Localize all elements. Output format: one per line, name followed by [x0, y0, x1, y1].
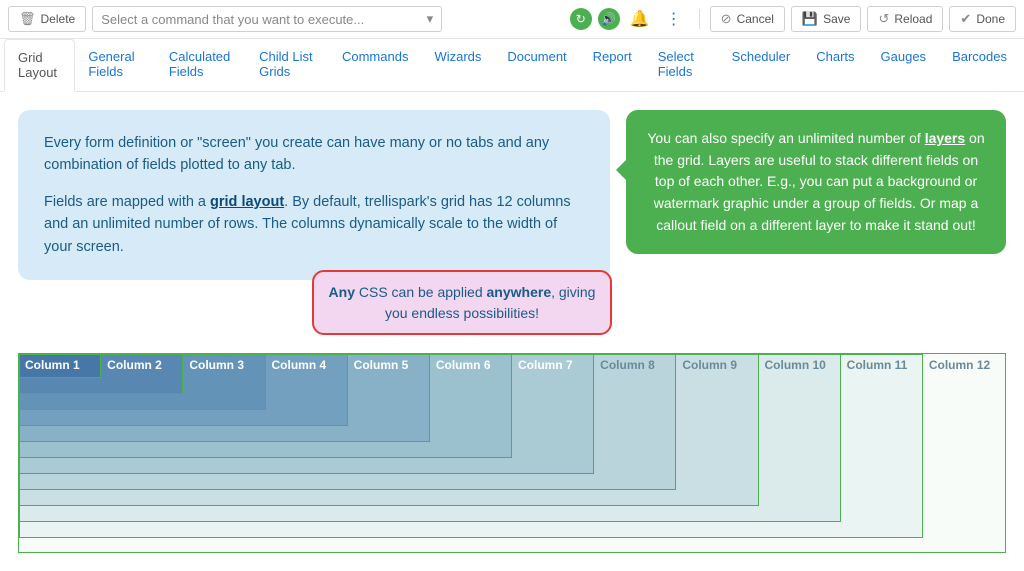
info-para1: Every form definition or "screen" you cr… [44, 132, 584, 177]
col-header-8: Column 8 [594, 354, 676, 376]
col-header-10: Column 10 [758, 354, 840, 376]
reload-label: Reload [894, 12, 932, 26]
col-header-5: Column 5 [348, 354, 430, 376]
col-header-7: Column 7 [512, 354, 594, 376]
toolbar-divider [699, 9, 700, 29]
content-area: Every form definition or "screen" you cr… [0, 92, 1024, 571]
col-header-1: Column 1 [19, 354, 101, 376]
info-para2a: Fields are mapped with a [44, 194, 210, 210]
tab-calculated-fields[interactable]: Calculated Fields [156, 39, 246, 91]
col-header-3: Column 3 [183, 354, 265, 376]
tab-gauges[interactable]: Gauges [868, 39, 940, 91]
tab-commands[interactable]: Commands [329, 39, 421, 91]
delete-label: Delete [41, 12, 76, 26]
col-header-4: Column 4 [265, 354, 347, 376]
more-menu-icon[interactable]: ⋮ [660, 9, 689, 29]
tab-wizards[interactable]: Wizards [421, 39, 494, 91]
tab-scheduler[interactable]: Scheduler [719, 39, 804, 91]
done-label: Done [976, 12, 1005, 26]
ban-icon: ⊘ [721, 11, 732, 27]
bell-icon[interactable]: 🔔 [626, 9, 654, 29]
cancel-label: Cancel [737, 12, 774, 26]
tab-report[interactable]: Report [580, 39, 645, 91]
trash-icon: 🗑 [19, 11, 36, 27]
toolbar: 🗑 Delete Select a command that you want … [0, 0, 1024, 39]
col-header-2: Column 2 [101, 354, 183, 376]
tab-select-fields[interactable]: Select Fields [645, 39, 719, 91]
tab-barcodes[interactable]: Barcodes [939, 39, 1020, 91]
column-headers: Column 1 Column 2 Column 3 Column 4 Colu… [19, 354, 1005, 376]
layers-tip: You can also specify an unlimited number… [626, 110, 1006, 254]
col-header-11: Column 11 [841, 354, 923, 376]
caret-down-icon: ▾ [427, 11, 434, 27]
hero-row: Every form definition or "screen" you cr… [18, 110, 1006, 280]
grid-demo: Column 1 Column 2 Column 3 Column 4 Colu… [18, 353, 1006, 553]
history-icon[interactable]: ↻ [570, 8, 592, 30]
css-note: Any CSS can be applied anywhere, giving … [312, 270, 612, 335]
info-callout: Every form definition or "screen" you cr… [18, 110, 610, 280]
tab-grid-layout[interactable]: Grid Layout [4, 39, 75, 92]
check-icon: ✔ [960, 11, 971, 27]
tab-charts[interactable]: Charts [803, 39, 867, 91]
tip-text-a: You can also specify an unlimited number… [647, 130, 924, 146]
col-header-9: Column 9 [676, 354, 758, 376]
save-button[interactable]: 💾 Save [791, 6, 862, 32]
col-header-6: Column 6 [430, 354, 512, 376]
delete-button[interactable]: 🗑 Delete [8, 6, 86, 32]
grid-layout-link[interactable]: grid layout [210, 194, 284, 210]
command-select[interactable]: Select a command that you want to execut… [92, 6, 442, 32]
css-note-b1: Any [329, 284, 355, 300]
css-note-b2: anywhere [487, 284, 552, 300]
save-icon: 💾 [802, 11, 818, 27]
tab-child-list-grids[interactable]: Child List Grids [246, 39, 329, 91]
reload-button[interactable]: ↺ Reload [867, 6, 943, 32]
col-header-12: Column 12 [923, 354, 1005, 376]
done-button[interactable]: ✔ Done [949, 6, 1016, 32]
tab-bar: Grid Layout General Fields Calculated Fi… [0, 39, 1024, 92]
audio-icon[interactable]: 🔊 [598, 8, 620, 30]
info-para2: Fields are mapped with a grid layout. By… [44, 191, 584, 258]
layers-link[interactable]: layers [925, 130, 965, 146]
save-label: Save [823, 12, 850, 26]
cancel-button[interactable]: ⊘ Cancel [710, 6, 785, 32]
css-note-t1: CSS can be applied [355, 284, 487, 300]
tab-general-fields[interactable]: General Fields [75, 39, 156, 91]
tab-document[interactable]: Document [494, 39, 579, 91]
command-placeholder: Select a command that you want to execut… [101, 12, 364, 27]
reload-icon: ↺ [878, 11, 889, 27]
